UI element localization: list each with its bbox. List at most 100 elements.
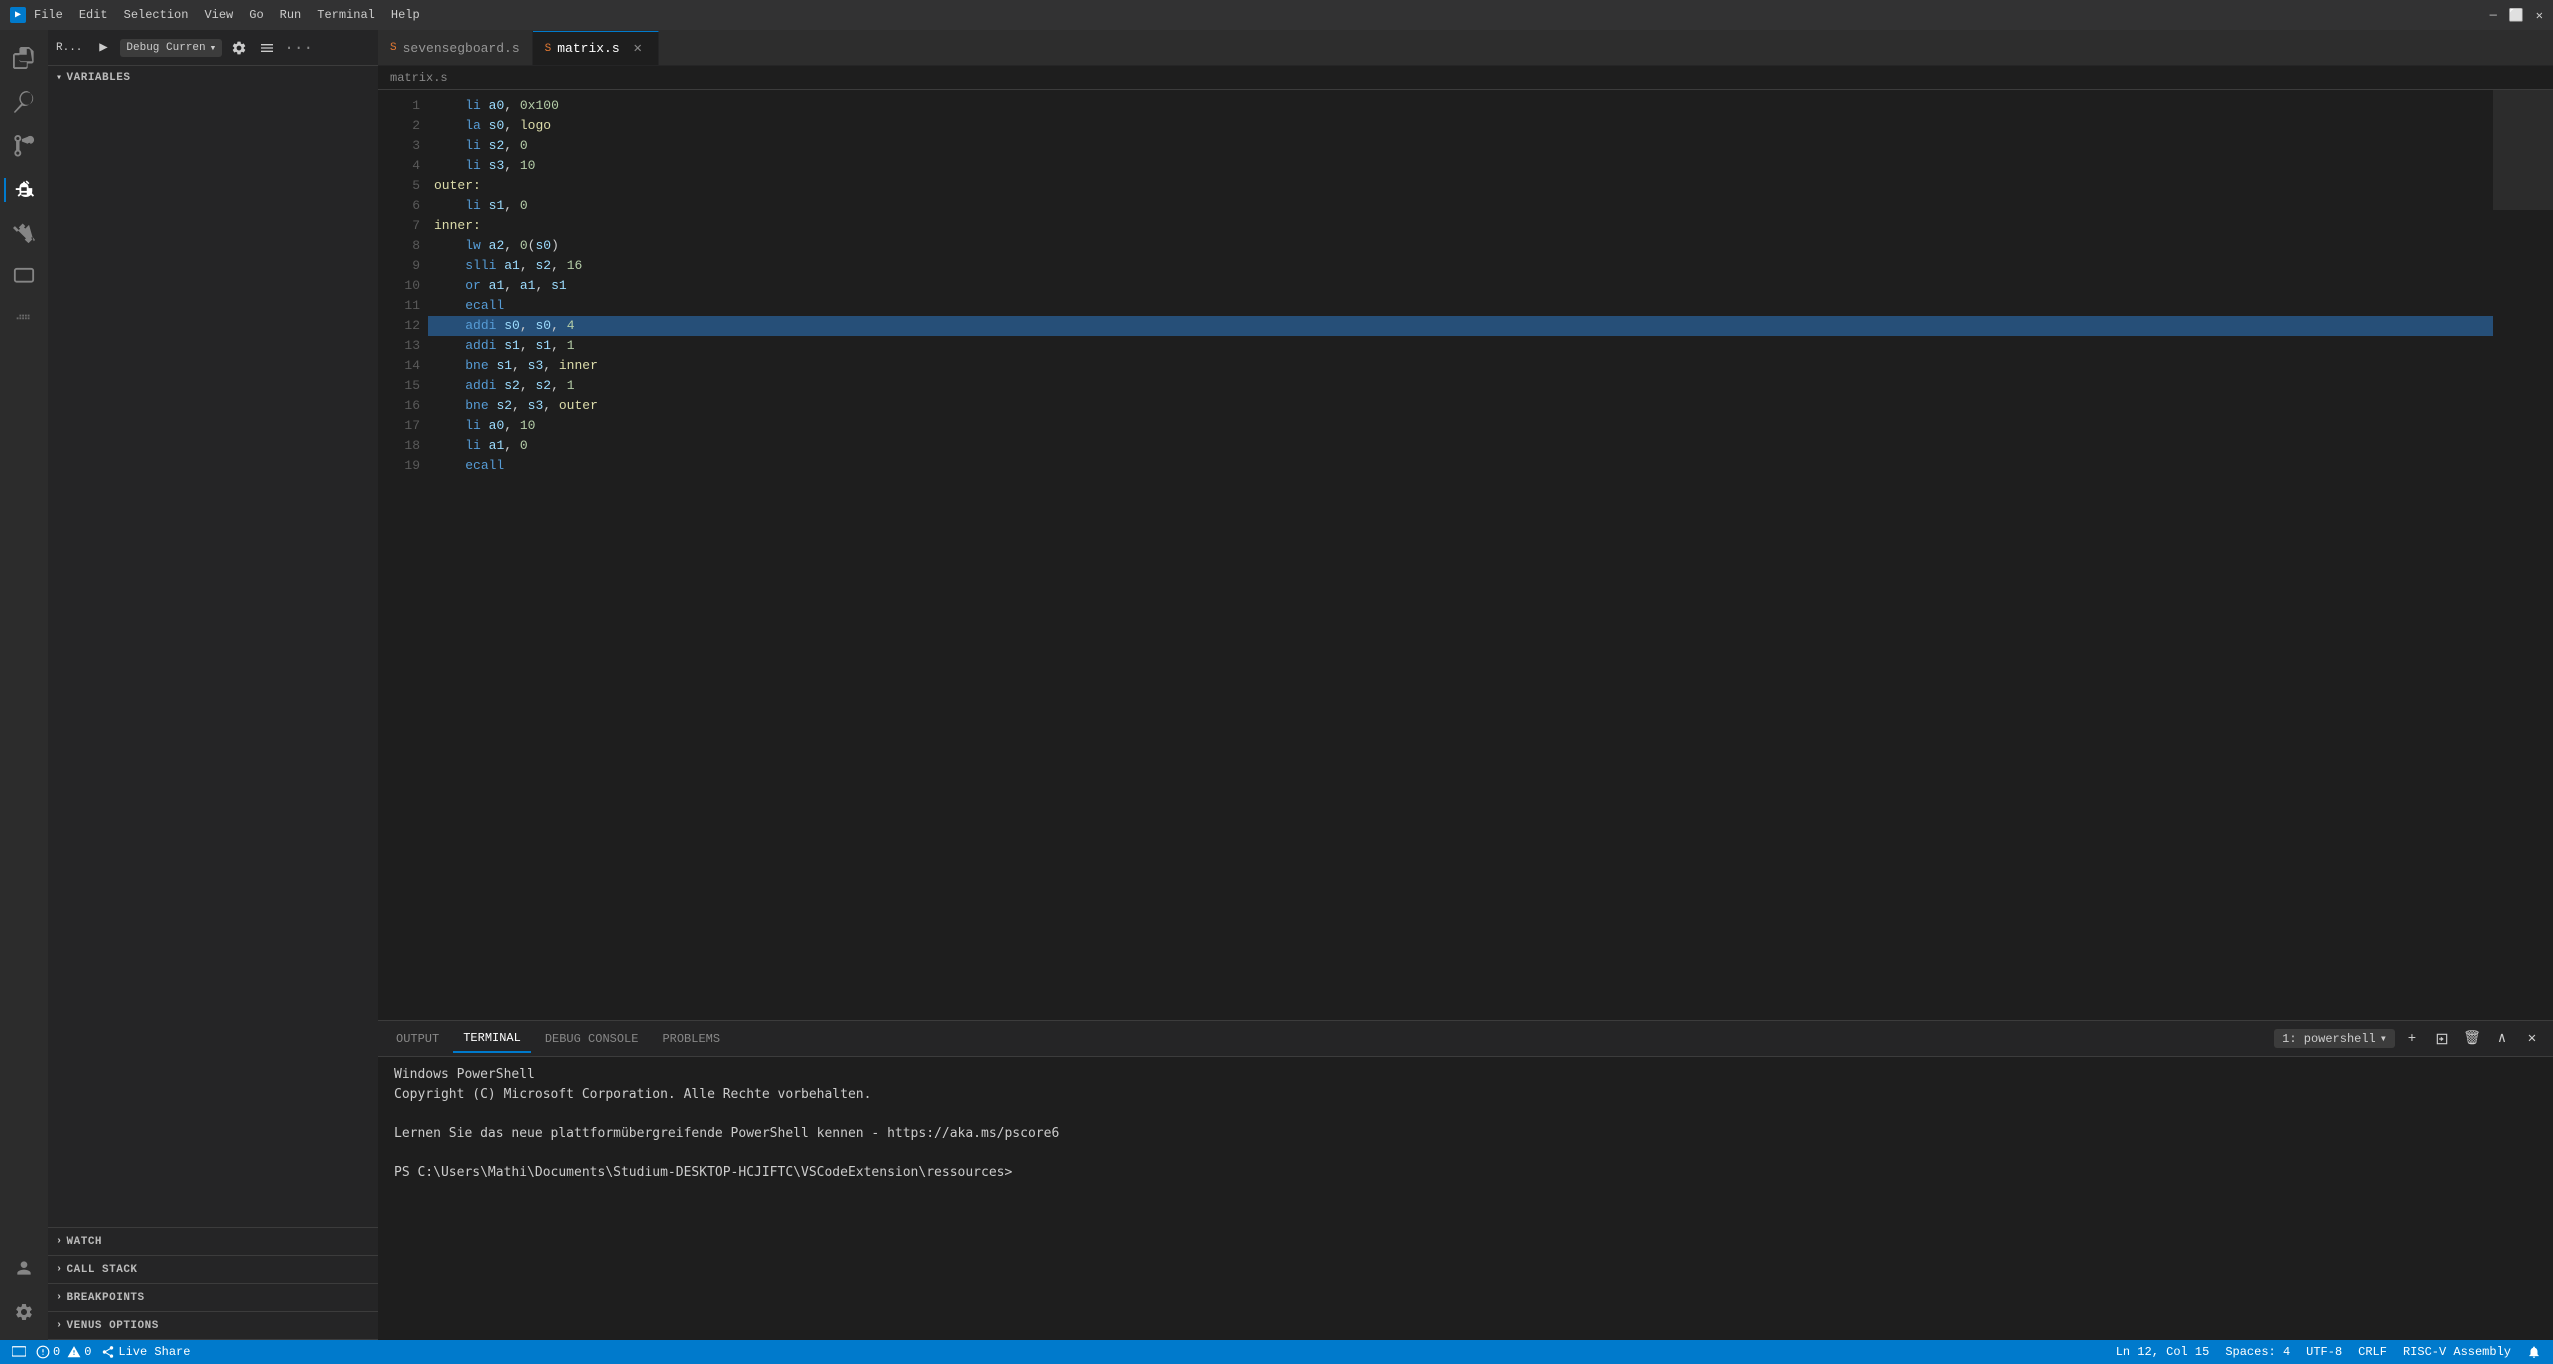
code-line-18: li a1, 0	[428, 436, 2493, 456]
tab-terminal[interactable]: TERMINAL	[453, 1025, 531, 1053]
menu-view[interactable]: View	[204, 8, 233, 22]
minimize-button[interactable]: —	[2490, 8, 2497, 23]
status-bar: 0 0 Live Share Ln 12, Col 15 Spaces: 4 U…	[0, 1340, 2553, 1364]
activity-source-control[interactable]	[4, 126, 44, 166]
main-layout: R... ▶ Debug Curren ▾ ··· ▾ VARIABLES	[0, 30, 2553, 1340]
menu-run[interactable]: Run	[280, 8, 302, 22]
terminal-prompt: PS C:\Users\Mathi\Documents\Studium-DESK…	[394, 1163, 2537, 1183]
menu-go[interactable]: Go	[249, 8, 263, 22]
titlebar-menu[interactable]: File Edit Selection View Go Run Terminal…	[34, 8, 420, 22]
activity-extensions[interactable]	[4, 214, 44, 254]
code-line-1: li a0, 0x100	[428, 96, 2493, 116]
terminal-line-1: Windows PowerShell	[394, 1065, 2537, 1085]
terminal-instance-dropdown[interactable]: 1: powershell ▾	[2274, 1029, 2395, 1048]
error-count: 0	[53, 1345, 60, 1359]
encoding-status[interactable]: UTF-8	[2306, 1345, 2342, 1359]
code-editor[interactable]: 12345 678910 1112131415 16171819 li a0, …	[378, 90, 2553, 1020]
kill-terminal-button[interactable]: 🗑	[2459, 1026, 2485, 1052]
activity-settings[interactable]	[4, 1292, 44, 1332]
code-line-16: bne s2, s3, outer	[428, 396, 2493, 416]
code-line-5: outer:	[428, 176, 2493, 196]
language-status[interactable]: RISC-V Assembly	[2403, 1345, 2511, 1359]
spaces-text: Spaces: 4	[2225, 1345, 2290, 1359]
problems-label: PROBLEMS	[662, 1032, 720, 1046]
terminal-instance-name: 1: powershell	[2282, 1032, 2376, 1046]
add-terminal-button[interactable]: +	[2399, 1026, 2425, 1052]
code-line-17: li a0, 10	[428, 416, 2493, 436]
run-debug-play-button[interactable]: ▶	[92, 37, 114, 59]
code-line-3: li s2, 0	[428, 136, 2493, 156]
debug-config-name: Debug Curren	[126, 42, 205, 54]
more-options-button[interactable]: ···	[284, 39, 313, 57]
menu-selection[interactable]: Selection	[124, 8, 189, 22]
venus-arrow: ›	[56, 1320, 63, 1331]
tab-close-matrix[interactable]: ✕	[630, 41, 646, 57]
debug-config-dropdown[interactable]: Debug Curren ▾	[120, 39, 222, 57]
activity-bar	[0, 30, 48, 1340]
menu-edit[interactable]: Edit	[79, 8, 108, 22]
terminal-content[interactable]: Windows PowerShell Copyright (C) Microso…	[378, 1057, 2553, 1340]
activity-docker[interactable]	[4, 302, 44, 342]
activity-explorer[interactable]	[4, 38, 44, 78]
code-line-19: ecall	[428, 456, 2493, 476]
variables-header[interactable]: ▾ VARIABLES	[48, 66, 378, 90]
watch-panel[interactable]: › WATCH	[48, 1228, 378, 1256]
maximize-panel-button[interactable]: ∧	[2489, 1026, 2515, 1052]
activity-remote[interactable]	[4, 258, 44, 298]
code-line-9: slli a1, s2, 16	[428, 256, 2493, 276]
tab-label-matrix: matrix.s	[557, 41, 619, 56]
close-panel-button[interactable]: ✕	[2519, 1026, 2545, 1052]
watch-arrow: ›	[56, 1236, 63, 1247]
menu-file[interactable]: File	[34, 8, 63, 22]
variables-section: ▾ VARIABLES	[48, 66, 378, 1227]
language-text: RISC-V Assembly	[2403, 1345, 2511, 1359]
tab-problems[interactable]: PROBLEMS	[652, 1025, 730, 1053]
menu-help[interactable]: Help	[391, 8, 420, 22]
call-stack-panel[interactable]: › CALL STACK	[48, 1256, 378, 1284]
breakpoints-arrow: ›	[56, 1292, 63, 1303]
code-line-8: lw a2, 0(s0)	[428, 236, 2493, 256]
settings-button[interactable]	[228, 37, 250, 59]
cursor-position[interactable]: Ln 12, Col 15	[2116, 1345, 2210, 1359]
line-ending-status[interactable]: CRLF	[2358, 1345, 2387, 1359]
code-line-7: inner:	[428, 216, 2493, 236]
remote-status[interactable]	[12, 1345, 26, 1359]
code-line-12: addi s0, s0, 4	[428, 316, 2493, 336]
sidebar-bottom: › WATCH › CALL STACK › BREAKPOINTS › VEN…	[48, 1227, 378, 1340]
status-left: 0 0 Live Share	[12, 1345, 190, 1359]
status-right: Ln 12, Col 15 Spaces: 4 UTF-8 CRLF RISC-…	[2116, 1345, 2541, 1359]
terminal-label: TERMINAL	[463, 1031, 521, 1045]
variables-label: VARIABLES	[67, 72, 131, 84]
code-line-11: ecall	[428, 296, 2493, 316]
debug-more-views-button[interactable]	[256, 37, 278, 59]
editor-area: S sevensegboard.s S matrix.s ✕ matrix.s …	[378, 30, 2553, 1340]
window-controls[interactable]: — ⬜ ✕	[2490, 8, 2543, 23]
live-share-label: Live Share	[118, 1345, 190, 1359]
venus-label: VENUS OPTIONS	[67, 1320, 159, 1332]
split-terminal-button[interactable]	[2429, 1026, 2455, 1052]
tab-matrix[interactable]: S matrix.s ✕	[533, 31, 659, 65]
live-share-status[interactable]: Live Share	[101, 1345, 190, 1359]
chevron-down-icon: ▾	[210, 41, 217, 55]
venus-options-panel[interactable]: › VENUS OPTIONS	[48, 1312, 378, 1340]
activity-search[interactable]	[4, 82, 44, 122]
tab-debug-console[interactable]: DEBUG CONSOLE	[535, 1025, 649, 1053]
run-label: R...	[56, 42, 82, 54]
breakpoints-panel[interactable]: › BREAKPOINTS	[48, 1284, 378, 1312]
breadcrumb-path: matrix.s	[390, 71, 448, 85]
tab-output[interactable]: OUTPUT	[386, 1025, 449, 1053]
spaces-status[interactable]: Spaces: 4	[2225, 1345, 2290, 1359]
tab-sevensegboard[interactable]: S sevensegboard.s	[378, 31, 533, 65]
terminal-line-4: Lernen Sie das neue plattformübergreifen…	[394, 1124, 2537, 1144]
debug-console-label: DEBUG CONSOLE	[545, 1032, 639, 1046]
minimap-thumb	[2493, 90, 2553, 210]
notifications-status[interactable]	[2527, 1345, 2541, 1359]
error-status[interactable]: 0 0	[36, 1345, 91, 1359]
maximize-button[interactable]: ⬜	[2509, 8, 2524, 23]
activity-account[interactable]	[4, 1248, 44, 1288]
activity-debug[interactable]	[4, 170, 44, 210]
sidebar: R... ▶ Debug Curren ▾ ··· ▾ VARIABLES	[48, 30, 378, 1340]
close-button[interactable]: ✕	[2536, 8, 2543, 23]
menu-terminal[interactable]: Terminal	[317, 8, 375, 22]
titlebar-icon: ▶	[10, 7, 26, 23]
